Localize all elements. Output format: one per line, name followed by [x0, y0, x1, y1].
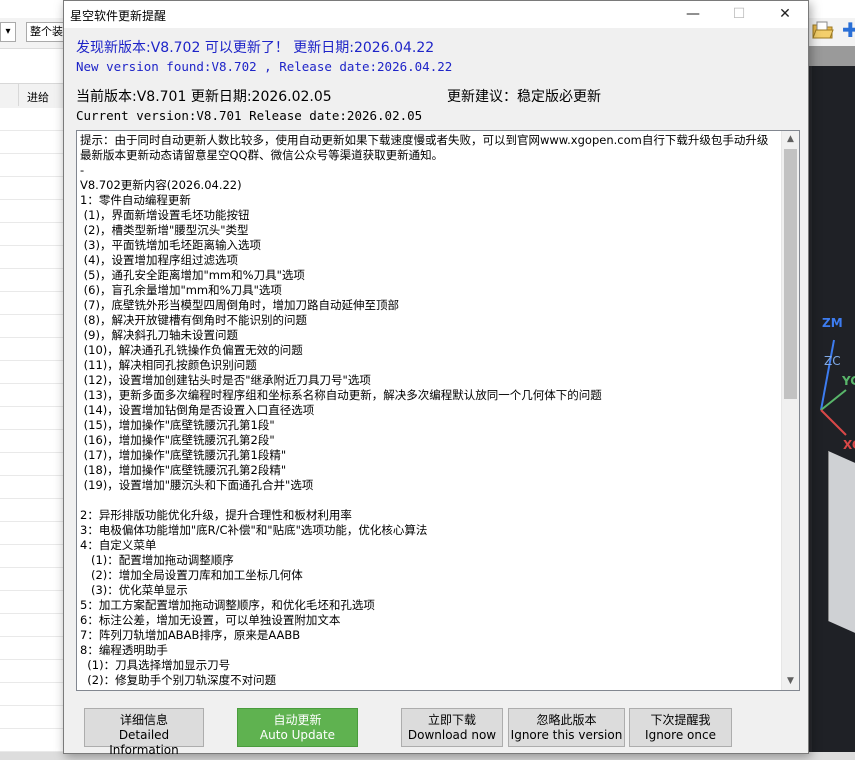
- update-advice: 更新建议：稳定版必更新: [447, 89, 601, 105]
- changelog-line: 5：加工方案配置增加拖动调整顺序，和优化毛坯和孔选项: [80, 598, 375, 612]
- changelog-line: 4：自定义菜单: [80, 538, 157, 552]
- current-version-en: Current version:V8.701 Release date:2026…: [76, 108, 423, 123]
- changelog-line: 8：编程透明助手: [80, 643, 168, 657]
- details-button-label-cn: 详细信息: [119, 713, 168, 727]
- changelog-line: (7)，底壁铣外形当模型四周倒角时，增加刀路自动延伸至顶部: [80, 298, 399, 312]
- ignore-version-label-cn: 忽略此版本: [536, 713, 597, 727]
- auto-update-label-cn: 自动更新: [273, 713, 322, 727]
- changelog-line: (1)，界面新增设置毛坯功能按钮: [80, 208, 250, 222]
- changelog-line: V8.702更新内容(2026.04.22): [80, 178, 242, 192]
- changelog-line: (10)，解决通孔孔铣操作负偏置无效的问题: [80, 343, 303, 357]
- current-version-cn: 当前版本:V8.701 更新日期:2026.02.05: [76, 89, 332, 105]
- changelog-line: (3)：优化菜单显示: [80, 583, 188, 597]
- changelog-line: (3)，平面铣增加毛坯距离输入选项: [80, 238, 261, 252]
- details-button-label-en: Detailed Information: [109, 728, 179, 757]
- changelog-line: (4)，设置增加程序组过滤选项: [80, 253, 238, 267]
- changelog-text: 提示：由于同时自动更新人数比较多，使用自动更新如果下载速度慢或者失败，可以到官网…: [80, 133, 780, 688]
- changelog-line: (9)，解决斜孔刀轴未设置问题: [80, 328, 238, 342]
- changelog-line: 6：标注公差，增加无设置，可以单独设置附加文本: [80, 613, 341, 627]
- axis-label-x: XC: [843, 438, 855, 452]
- changelog-line: (17)，增加操作"底壁铣腰沉孔第1段精": [80, 448, 287, 462]
- changelog-line: 2：异形排版功能优化升级，提升合理性和板材利用率: [80, 508, 352, 522]
- changelog-line: (16)，增加操作"底壁铣腰沉孔第2段": [80, 433, 275, 447]
- changelog-line: (6)，盲孔余量增加"mm和%刀具"选项: [80, 283, 282, 297]
- grid-column-feed[interactable]: 进给: [27, 89, 49, 105]
- dialog-titlebar[interactable]: 星空软件更新提醒 — ☐ ✕: [64, 1, 808, 28]
- changelog-line: (1)：配置增加拖动调整顺序: [80, 553, 234, 567]
- 3d-model-plate[interactable]: [828, 450, 855, 640]
- download-now-label-cn: 立即下载: [427, 713, 476, 727]
- auto-update-button[interactable]: 自动更新 Auto Update: [237, 708, 358, 747]
- close-button[interactable]: ✕: [762, 1, 808, 28]
- ignore-version-button[interactable]: 忽略此版本 Ignore this version: [508, 708, 625, 747]
- changelog-line: 3：电极偏体功能增加"底R/C补偿"和"贴底"选项功能，优化核心算法: [80, 523, 428, 537]
- changelog-line: (8)，解决开放键槽有倒角时不能识别的问题: [80, 313, 307, 327]
- changelog-line: 1：零件自动编程更新: [80, 193, 191, 207]
- open-folder-icon[interactable]: [812, 20, 834, 40]
- new-version-notice-en: New version found:V8.702 , Release date:…: [76, 59, 453, 74]
- remind-later-label-cn: 下次提醒我: [650, 713, 711, 727]
- scrollbar-thumb[interactable]: [784, 149, 797, 399]
- changelog-line: (5)，通孔安全距离增加"mm和%刀具"选项: [80, 268, 305, 282]
- new-version-notice-cn: 发现新版本:V8.702 可以更新了！ 更新日期:2026.04.22: [76, 40, 435, 56]
- dialog-title: 星空软件更新提醒: [70, 9, 167, 23]
- remind-later-button[interactable]: 下次提醒我 Ignore once: [629, 708, 732, 747]
- changelog-line: (2)，槽类型新增"腰型沉头"类型: [80, 223, 249, 237]
- background-grid-rows: [0, 108, 64, 760]
- maximize-button[interactable]: ☐: [716, 1, 762, 28]
- changelog-scrollbar[interactable]: ▲ ▼: [781, 131, 799, 690]
- add-icon[interactable]: ✚: [842, 20, 855, 42]
- update-dialog: 星空软件更新提醒 — ☐ ✕ 发现新版本:V8.702 可以更新了！ 更新日期:…: [63, 0, 809, 757]
- changelog-line: -: [80, 163, 85, 177]
- details-button[interactable]: 详细信息 Detailed Information: [84, 708, 204, 757]
- axis-label-zm: ZM: [822, 316, 843, 330]
- axis-label-y: YC: [842, 374, 855, 388]
- changelog-line: (2)：增加全局设置刀库和加工坐标几何体: [80, 568, 303, 582]
- changelog-line: [80, 493, 780, 508]
- changelog-line: (13)，更新多面多次编程时程序组和坐标系名称自动更新，解决多次编程默认放同一个…: [80, 388, 602, 402]
- changelog-line: (11)，解决相同孔按颜色识别问题: [80, 358, 257, 372]
- changelog-textbox[interactable]: 提示：由于同时自动更新人数比较多，使用自动更新如果下载速度慢或者失败，可以到官网…: [76, 130, 800, 691]
- download-now-button[interactable]: 立即下载 Download now: [401, 708, 503, 747]
- background-dropdown-arrow[interactable]: ▾: [0, 22, 16, 42]
- auto-update-label-en: Auto Update: [259, 728, 336, 742]
- changelog-line: (1)：刀具选择增加显示刀号: [80, 658, 231, 672]
- scroll-up-arrow-icon[interactable]: ▲: [782, 131, 799, 148]
- changelog-line: 7：阵列刀轨增加ABAB排序，原来是AABB: [80, 628, 301, 642]
- scroll-down-arrow-icon[interactable]: ▼: [782, 673, 799, 690]
- changelog-line: 提示：由于同时自动更新人数比较多，使用自动更新如果下载速度慢或者失败，可以到官网…: [80, 133, 769, 147]
- download-now-label-en: Download now: [407, 728, 497, 742]
- minimize-button[interactable]: —: [670, 1, 716, 28]
- changelog-line: (2)：修复助手个别刀轨深度不对问题: [80, 673, 277, 687]
- changelog-line: (12)，设置增加创建钻头时是否"继承附近刀具刀号"选项: [80, 373, 371, 387]
- changelog-line: (18)，增加操作"底壁铣腰沉孔第2段精": [80, 463, 287, 477]
- grid-column-separator: [18, 84, 19, 106]
- changelog-line: (19)，设置增加"腰沉头和下面通孔合并"选项: [80, 478, 314, 492]
- 3d-viewport-header: [806, 46, 855, 66]
- axis-label-zc: ZC: [824, 354, 841, 368]
- ignore-version-label-en: Ignore this version: [510, 728, 623, 742]
- changelog-line: (15)，增加操作"底壁铣腰沉孔第1段": [80, 418, 275, 432]
- changelog-line: 最新版本更新动态请留意星空QQ群、微信公众号等渠道获取更新通知。: [80, 148, 444, 162]
- remind-later-label-en: Ignore once: [645, 728, 716, 742]
- changelog-line: (14)，设置增加钻倒角是否设置入口直径选项: [80, 403, 315, 417]
